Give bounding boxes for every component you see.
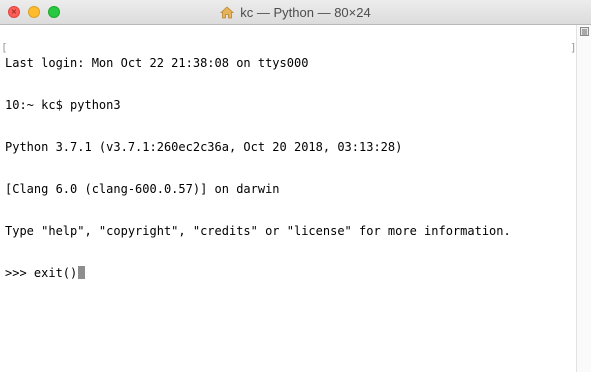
- scroll-marker-icon: [580, 27, 589, 36]
- terminal-line: 10:~ kc$ python3: [5, 98, 121, 112]
- block-cursor: [78, 266, 86, 279]
- home-folder-icon: [220, 5, 235, 18]
- terminal-line: [Clang 6.0 (clang-600.0.57)] on darwin: [5, 182, 280, 196]
- terminal-line: Python 3.7.1 (v3.7.1:260ec2c36a, Oct 20 …: [5, 140, 403, 154]
- window-title: kc — Python — 80×24: [240, 4, 371, 20]
- title-area: kc — Python — 80×24: [0, 0, 591, 24]
- title-bar[interactable]: × kc — Python — 80×24: [0, 0, 591, 25]
- terminal-input[interactable]: >>> exit(): [5, 266, 77, 280]
- terminal-line: Type "help", "copyright", "credits" or "…: [5, 224, 511, 238]
- terminal-prompt-line[interactable]: >>> exit(): [5, 266, 511, 280]
- scrollbar[interactable]: [576, 25, 591, 372]
- terminal-output: Last login: Mon Oct 22 21:38:08 on ttys0…: [5, 28, 511, 308]
- terminal-line: Last login: Mon Oct 22 21:38:08 on ttys0…: [5, 56, 309, 70]
- terminal-window: × kc — Python — 80×24 [ ] Last login: Mo…: [0, 0, 591, 372]
- terminal-content[interactable]: [ ] Last login: Mon Oct 22 21:38:08 on t…: [0, 25, 576, 372]
